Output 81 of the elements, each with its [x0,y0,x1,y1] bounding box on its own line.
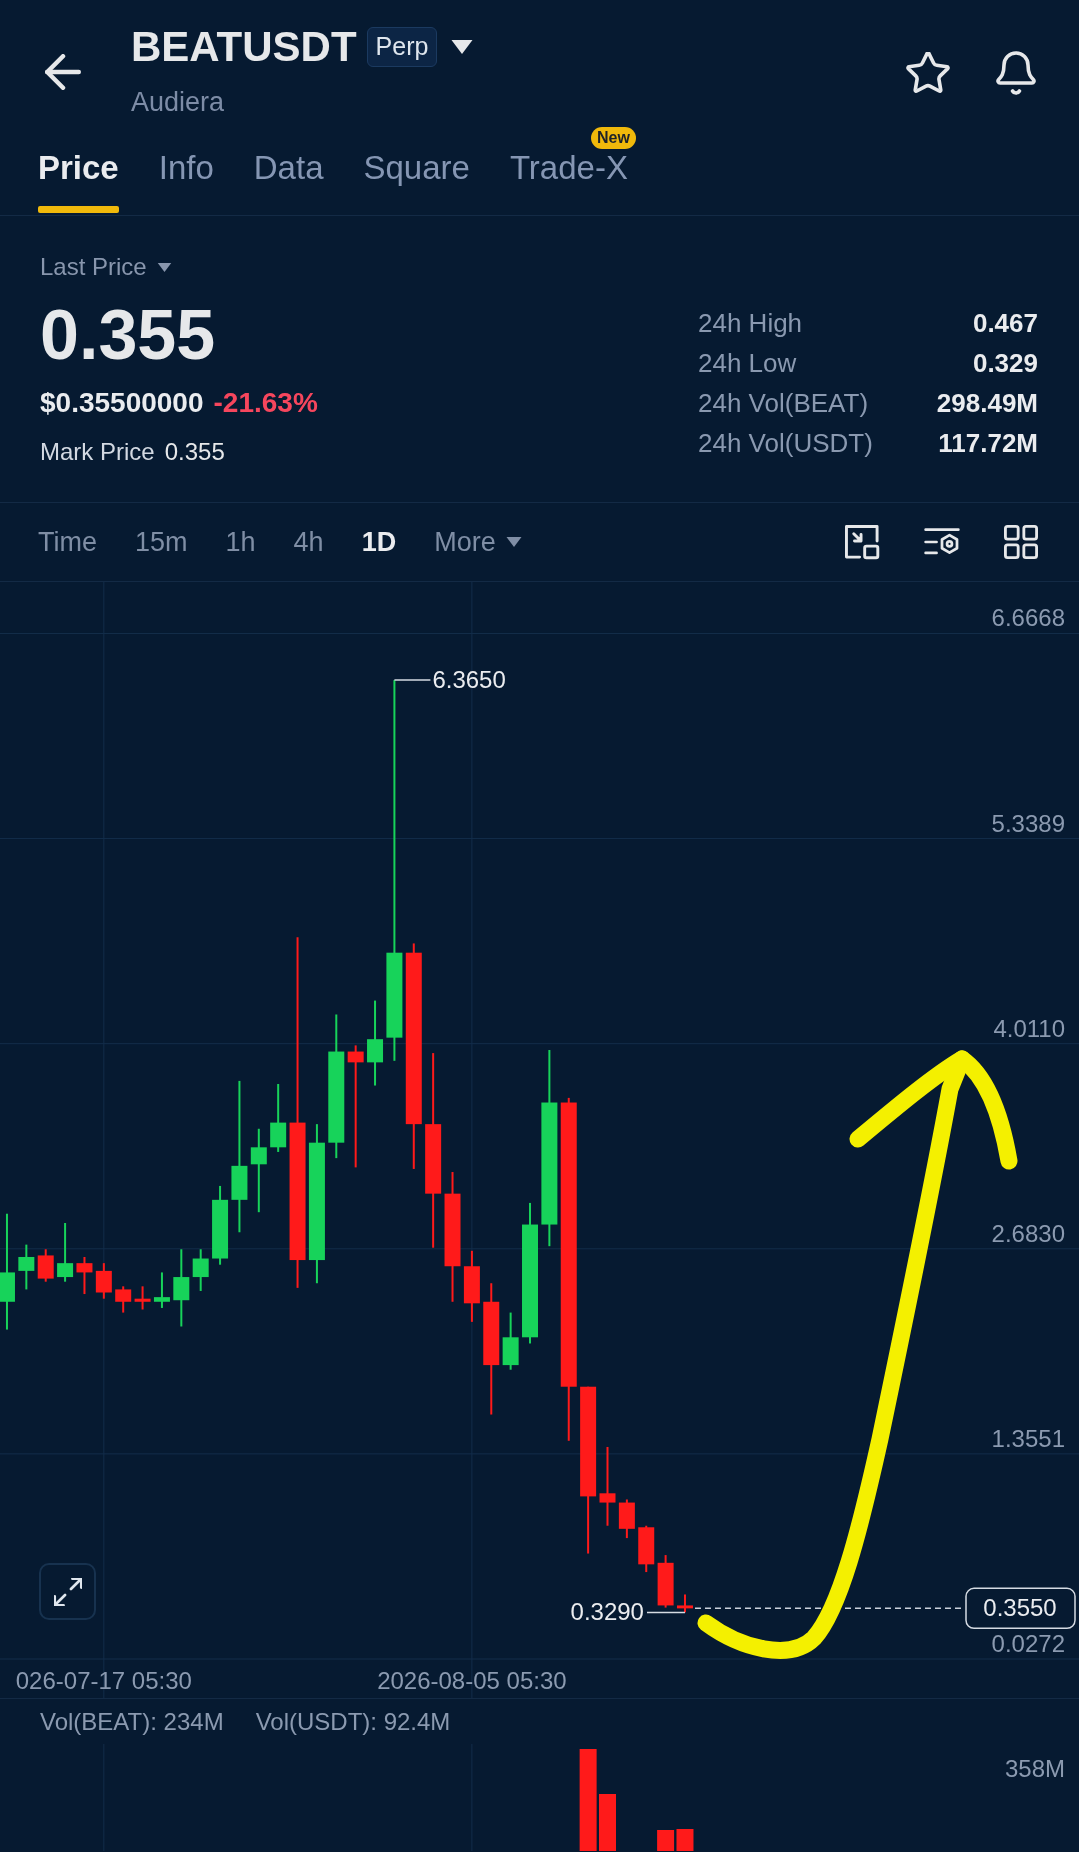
stat-value: 0.329 [972,347,1038,379]
interval-tab[interactable]: 15m [135,525,188,559]
usd-price: $0.35500000 [40,386,204,420]
last-price-tag: 0.3550 [965,1587,1076,1630]
new-badge: New [591,127,636,149]
caret-icon [505,537,522,547]
tab[interactable]: Info [158,151,214,185]
volume-bar [676,1829,694,1851]
candle [638,1525,655,1573]
stat-label: 24h Vol(BEAT) [698,387,869,419]
low-price-label: 0.3290 [570,1598,644,1626]
candle [677,1594,693,1613]
candle [192,1249,209,1291]
y-axis-label: 4.0110 [993,1014,1065,1042]
y-axis-label: 1.3551 [991,1424,1065,1452]
tab[interactable]: Square [363,151,470,185]
interval-tab[interactable]: Time [38,525,97,559]
tab[interactable]: Data [253,151,324,185]
contract-badge: Perp [366,27,438,67]
volume-label: Vol(USDT): 92.4M [255,1706,451,1737]
volume-label: Vol(BEAT): 234M [40,1706,224,1737]
price-type-label: Last Price [40,252,147,282]
high-price-label: 6.3650 [432,666,506,694]
x-axis-label: 026-07-17 05:30 [15,1667,192,1694]
tab[interactable]: Price [38,151,119,185]
y-axis-label: 0.0272 [991,1630,1065,1657]
grid-icon [1004,525,1038,559]
candle [76,1257,93,1295]
layout-button[interactable] [845,524,880,560]
candle [618,1499,635,1539]
mark-price-label: Mark Price [40,437,155,467]
y-axis-label: 358M [1004,1755,1065,1782]
stat-label: 24h Vol(USDT) [698,427,873,459]
interval-tab[interactable]: 1h [225,525,256,559]
candle [57,1223,74,1282]
expand-button[interactable] [39,1563,96,1620]
interval-tab[interactable]: 4h [293,525,324,559]
leader-line [393,679,432,681]
caret-icon [451,40,474,54]
lines-hexagon-icon [924,527,960,557]
bell-icon [995,51,1037,95]
y-axis-label: 2.6830 [991,1219,1065,1247]
candle [153,1272,170,1308]
candle [657,1555,674,1608]
candle [502,1312,519,1370]
stat-label: 24h Low [698,347,797,379]
alert-button[interactable] [995,51,1037,95]
candle [37,1249,54,1282]
expand-icon [53,1577,82,1606]
mark-price: 0.355 [164,437,225,467]
candle [134,1286,151,1310]
candle [18,1244,35,1290]
price-change: -21.63% [213,386,318,420]
candle [270,1084,287,1152]
pair-title: BEATUSDT [131,22,357,72]
stat-value: 0.467 [972,307,1038,339]
picture-in-picture-icon [845,524,880,560]
interval-tab[interactable]: 1D [361,525,397,559]
dropdown-button[interactable] [451,40,474,54]
caret-icon [156,262,172,272]
volume-bar [657,1830,675,1851]
tab[interactable]: Trade-X [509,151,628,185]
candle [115,1286,132,1313]
last-price: 0.355 [40,297,217,373]
candle [95,1263,112,1299]
y-axis-label: 5.3389 [991,809,1065,837]
volume-bar [599,1794,616,1851]
stat-value: 117.72M [938,427,1038,459]
x-axis-label: 2026-08-05 05:30 [377,1667,567,1694]
leader-line [646,1611,686,1614]
token-name: Audiera [131,86,226,119]
stat-label: 24h High [698,307,803,339]
indicator-button[interactable] [924,527,960,557]
back-button[interactable] [45,54,81,90]
y-axis-label: 6.6668 [991,604,1065,632]
more-intervals-button[interactable]: More [434,525,522,559]
candle [463,1250,480,1322]
stat-value: 298.49M [936,387,1038,419]
favorite-button[interactable] [906,52,950,94]
grid-view-button[interactable] [1004,525,1038,559]
star-icon [906,52,950,94]
